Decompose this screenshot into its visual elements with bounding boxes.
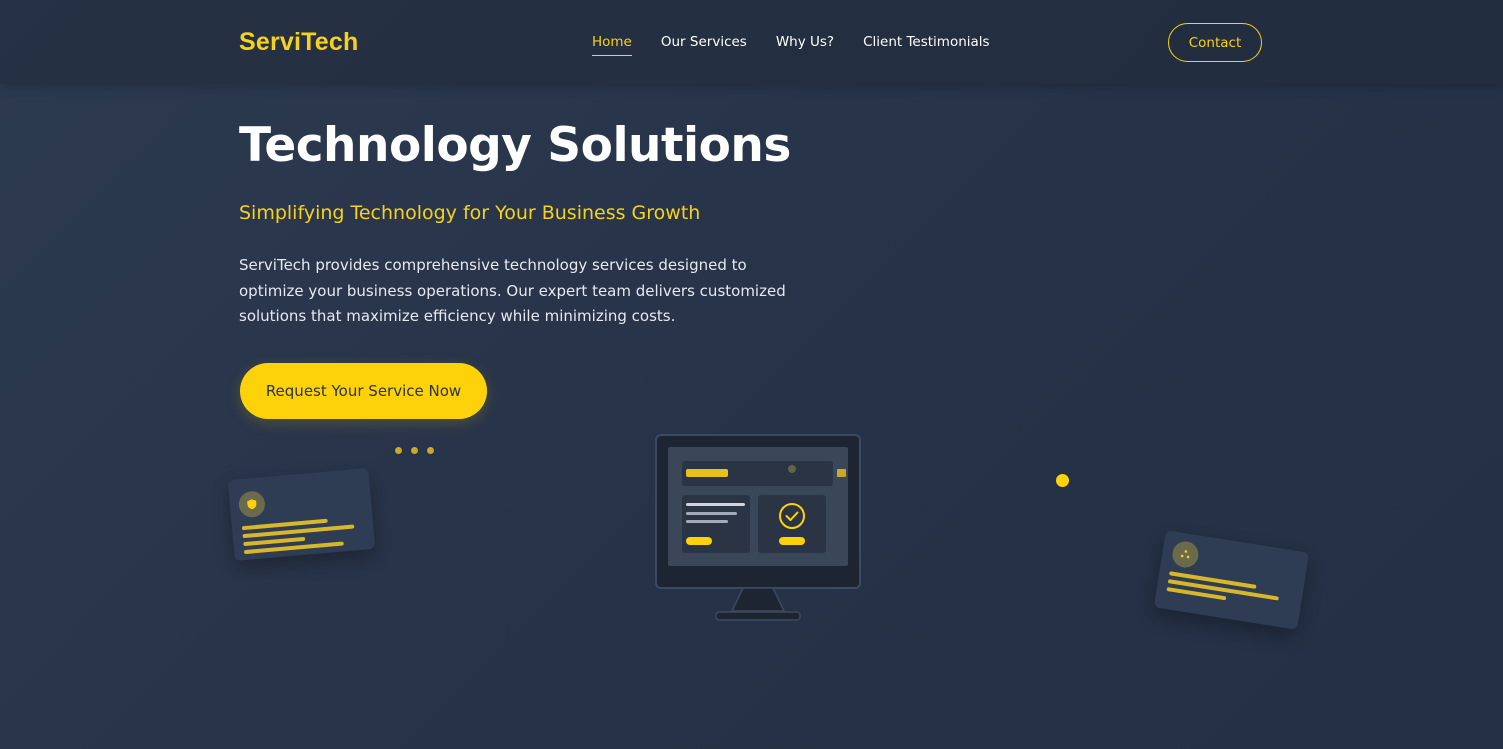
panel-line	[686, 520, 728, 523]
nav-link-home[interactable]: Home	[592, 34, 632, 56]
monitor-base	[715, 611, 801, 621]
hero-title: Technology Solutions	[239, 118, 791, 173]
panel-line	[686, 512, 737, 515]
hero-description: ServiTech provides comprehensive technol…	[239, 256, 786, 325]
floating-network-card	[1153, 530, 1310, 630]
nav-link-why-us[interactable]: Why Us?	[776, 34, 834, 56]
nav-links: Home Our Services Why Us? Client Testimo…	[592, 34, 990, 56]
decorative-yellow-dot	[1056, 474, 1069, 487]
screen-side-tab	[837, 469, 846, 477]
panel-button	[779, 537, 805, 545]
dot	[427, 447, 434, 454]
hero-subtitle: Simplifying Technology for Your Business…	[239, 202, 701, 224]
brand-logo[interactable]: ServiTech	[239, 28, 358, 57]
panel-button	[686, 537, 712, 545]
decorative-dots	[395, 447, 434, 454]
network-icon	[1170, 539, 1201, 570]
dot	[395, 447, 402, 454]
top-navigation: ServiTech Home Our Services Why Us? Clie…	[0, 0, 1503, 84]
monitor-stand	[730, 587, 786, 612]
screen-bar-dot	[788, 465, 796, 473]
dot	[411, 447, 418, 454]
nav-link-our-services[interactable]: Our Services	[661, 34, 747, 56]
contact-button[interactable]: Contact	[1168, 23, 1262, 62]
request-service-button[interactable]: Request Your Service Now	[240, 363, 487, 419]
nav-link-client-testimonials[interactable]: Client Testimonials	[863, 34, 989, 56]
floating-security-card	[227, 468, 376, 561]
panel-line	[686, 503, 745, 506]
card-line	[243, 536, 306, 546]
monitor-illustration	[655, 434, 861, 621]
screen-bar-highlight	[686, 469, 728, 477]
shield-icon	[237, 490, 267, 519]
